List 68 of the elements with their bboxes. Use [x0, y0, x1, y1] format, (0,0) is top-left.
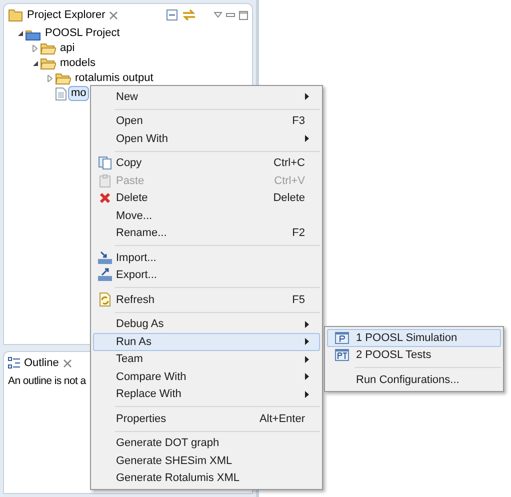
menu-item[interactable]: Refresh F5 — [93, 291, 320, 308]
delete-icon — [99, 192, 111, 204]
menu-item[interactable]: Open With — [93, 130, 320, 148]
collapsed-arrow-icon[interactable] — [32, 45, 38, 52]
submenu-arrow-icon — [305, 93, 309, 100]
menu-item[interactable]: Export... — [93, 266, 320, 284]
import-icon — [97, 250, 113, 265]
submenu-arrow-icon — [305, 135, 309, 142]
shortcut-text: F2 — [292, 226, 306, 241]
submenu-arrow-icon — [305, 390, 309, 398]
menu-item[interactable]: Copy Ctrl+C — [93, 154, 320, 172]
minimize-icon[interactable] — [226, 13, 235, 17]
collapse-all-icon[interactable] — [166, 9, 178, 21]
clipboard-icon — [98, 174, 112, 188]
pt-window-icon — [335, 349, 349, 362]
close-icon[interactable] — [62, 358, 72, 368]
submenu-arrow-icon — [305, 320, 309, 328]
menu-item[interactable]: Generate DOT graph — [93, 434, 320, 452]
tree-item[interactable]: api — [57, 41, 78, 56]
menu-item[interactable]: Properties Alt+Enter — [93, 410, 320, 428]
menu-item[interactable]: Replace With — [93, 386, 320, 403]
shortcut-text: F5 — [292, 292, 306, 308]
outline-icon — [8, 357, 20, 369]
shortcut-text: F3 — [292, 114, 306, 129]
folder-icon — [40, 42, 56, 55]
submenu-arrow-icon — [305, 373, 309, 380]
collapsed-arrow-icon[interactable] — [46, 75, 54, 82]
menu-item[interactable]: Run As — [93, 333, 320, 350]
menu-item[interactable]: Open F3 — [93, 112, 320, 130]
refresh-icon — [98, 292, 112, 308]
outline-message: An outline is not a — [7, 374, 88, 389]
view-tab[interactable]: Project Explorer — [27, 6, 106, 24]
close-icon[interactable] — [109, 10, 118, 20]
menu-item[interactable]: Team — [93, 350, 320, 368]
dropdown-icon[interactable] — [214, 12, 222, 18]
copy-icon — [98, 156, 112, 170]
menu-item[interactable]: Debug As — [93, 316, 320, 333]
export-icon — [97, 268, 113, 282]
menu-item[interactable]: Run Configurations... — [327, 371, 501, 388]
menu-item[interactable]: Move... — [93, 207, 320, 224]
tree-item[interactable]: mo — [68, 86, 90, 101]
shortcut-text: Alt+Enter — [259, 412, 306, 426]
shortcut-text: Ctrl+C — [274, 156, 306, 171]
menu-item[interactable]: Rename... F2 — [93, 224, 320, 242]
expanded-arrow-icon[interactable] — [32, 60, 38, 67]
view-tab[interactable]: Outline — [24, 354, 59, 372]
p-window-icon — [335, 332, 349, 344]
menu-item[interactable]: Generate Rotalumis XML — [93, 470, 320, 487]
tree-item[interactable]: rotalumis output — [72, 71, 156, 86]
tree-item[interactable]: models — [57, 56, 98, 71]
menu-item[interactable]: Compare With — [93, 368, 320, 386]
submenu-arrow-icon — [305, 356, 309, 363]
folder-icon — [40, 57, 56, 70]
menu-item[interactable]: Generate SHESim XML — [93, 452, 320, 470]
menu-item[interactable]: 2 POOSL Tests — [327, 346, 501, 364]
expanded-arrow-icon[interactable] — [16, 30, 24, 37]
menu-item[interactable]: 1 POOSL Simulation — [327, 329, 501, 346]
file-icon — [55, 86, 67, 100]
menu-item[interactable]: Import... — [93, 249, 320, 266]
folder-icon — [8, 8, 23, 22]
maximize-icon[interactable] — [239, 10, 248, 20]
menu-item[interactable]: New — [93, 88, 320, 106]
submenu-arrow-icon — [305, 338, 309, 346]
menu-item[interactable]: Delete Delete — [93, 190, 320, 207]
shortcut-text: Ctrl+V — [274, 174, 306, 188]
shortcut-text: Delete — [273, 191, 306, 206]
folder-icon — [55, 72, 71, 85]
tree-item[interactable]: POOSL Project — [42, 26, 123, 41]
